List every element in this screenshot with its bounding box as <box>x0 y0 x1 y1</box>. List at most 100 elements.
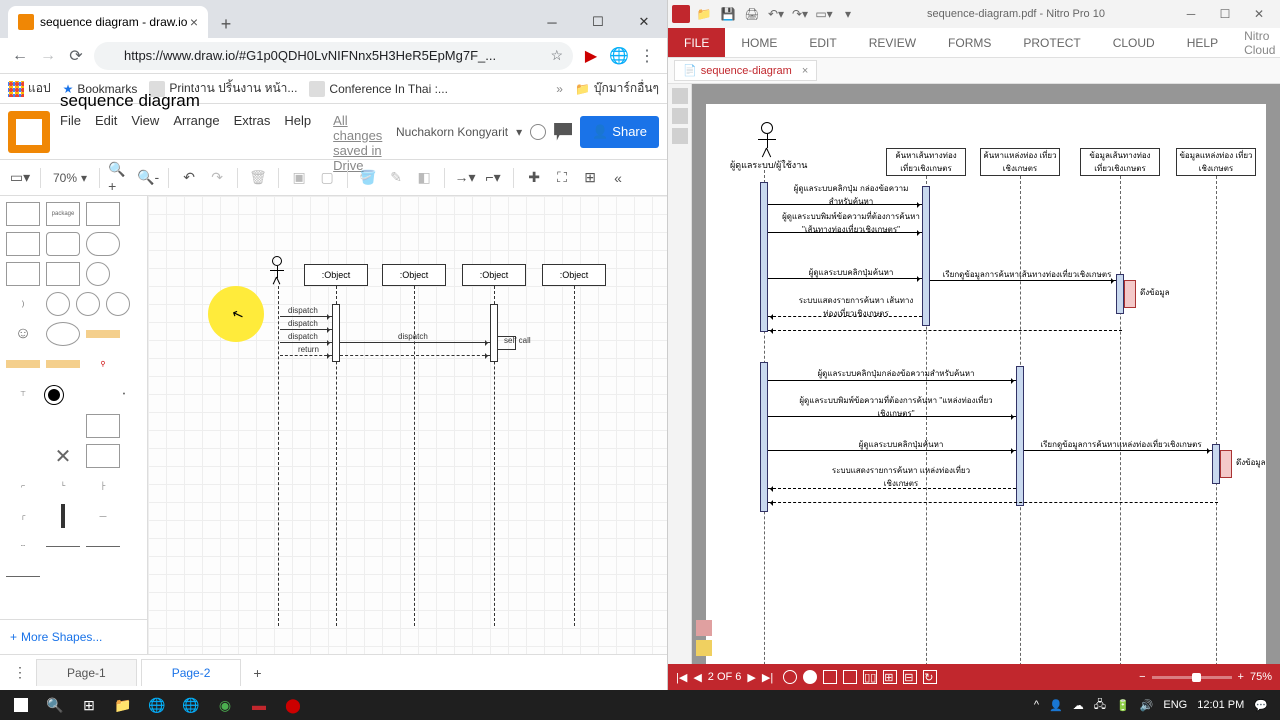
message-label[interactable]: return <box>298 345 319 354</box>
tray-up-icon[interactable]: ^ <box>1034 699 1039 711</box>
last-page-icon[interactable]: ▶| <box>762 671 773 684</box>
object-box[interactable]: :Object <box>382 264 446 286</box>
more-shapes-button[interactable]: + More Shapes... <box>0 619 147 654</box>
save-icon[interactable]: 💾 <box>718 4 738 24</box>
document-title[interactable]: sequence diagram <box>60 91 396 111</box>
lifeline[interactable] <box>278 286 279 626</box>
select-icon[interactable]: ▭▾ <box>814 4 834 24</box>
record-icon[interactable]: ⬤ <box>276 690 310 720</box>
close-doc-icon[interactable]: × <box>802 65 808 77</box>
undo-icon[interactable]: ↶▾ <box>766 4 786 24</box>
nitro-cloud-link[interactable]: Nitro Cloud <box>1234 28 1280 57</box>
view-grid2-icon[interactable]: ⊟ <box>903 670 917 684</box>
explorer-icon[interactable]: 📁 <box>106 690 140 720</box>
shape-rect[interactable] <box>6 444 40 468</box>
fit-icon[interactable]: ⛶ <box>550 166 574 190</box>
line-color-icon[interactable]: ✎ <box>384 166 408 190</box>
connection-icon[interactable]: →▾ <box>453 166 477 190</box>
shape-arrow[interactable] <box>6 576 40 577</box>
network-icon[interactable]: 🖧 <box>1094 696 1106 715</box>
apps-shortcut[interactable]: แอป <box>8 79 51 98</box>
add-page-icon[interactable]: + <box>245 661 269 685</box>
volume-icon[interactable]: 🔊 <box>1140 699 1154 712</box>
address-bar[interactable] <box>94 42 573 70</box>
shape-line[interactable] <box>67 382 101 406</box>
next-page-icon[interactable]: ▶ <box>747 671 755 684</box>
window-maximize-button[interactable]: ☐ <box>1208 2 1242 26</box>
message-label[interactable]: dispatch <box>398 332 428 341</box>
message-label[interactable]: dispatch <box>288 306 318 315</box>
reload-button[interactable]: ⟳ <box>62 42 90 70</box>
shape-bar[interactable] <box>6 360 40 368</box>
people-icon[interactable]: 👤 <box>1049 699 1063 712</box>
to-back-icon[interactable]: ▢ <box>315 166 339 190</box>
back-button[interactable]: ← <box>6 42 34 70</box>
language-indicator[interactable]: ENG <box>1163 699 1187 711</box>
chrome-menu-icon[interactable]: ⋮ <box>633 42 661 70</box>
page-indicator[interactable]: 2 OF 6 <box>708 671 742 683</box>
waypoint-icon[interactable]: ⌐▾ <box>481 166 505 190</box>
shape-corner[interactable]: └ <box>46 474 80 498</box>
fill-icon[interactable]: 🪣 <box>356 166 380 190</box>
shape-arrow[interactable] <box>86 546 120 547</box>
view-menu-icon[interactable]: ▭▾ <box>8 166 32 190</box>
shape-corner[interactable]: ⌐ <box>6 474 40 498</box>
window-close-button[interactable]: ✕ <box>1242 2 1276 26</box>
ribbon-tab-forms[interactable]: FORMS <box>932 28 1007 57</box>
window-close-button[interactable]: ✕ <box>621 6 667 38</box>
ribbon-tab-protect[interactable]: PROTECT <box>1007 28 1096 57</box>
ribbon-tab-review[interactable]: REVIEW <box>853 28 932 57</box>
tool-icon[interactable] <box>783 670 797 684</box>
print-icon[interactable]: 🖨 <box>742 4 762 24</box>
delete-icon[interactable]: 🗑 <box>246 166 270 190</box>
shape-package[interactable]: package <box>46 202 80 226</box>
shape-arrow[interactable] <box>46 546 80 547</box>
window-minimize-button[interactable]: ─ <box>529 6 575 38</box>
notifications-icon[interactable]: 💬 <box>1254 699 1268 712</box>
activation-bar[interactable] <box>332 304 340 362</box>
message-label[interactable]: dispatch <box>288 319 318 328</box>
zoom-in-icon[interactable]: + <box>1238 671 1244 683</box>
view-facing-icon[interactable]: ▯▯ <box>863 670 877 684</box>
forward-button[interactable]: → <box>34 42 62 70</box>
message-label[interactable]: dispatch <box>288 332 318 341</box>
message-arrow[interactable] <box>280 355 332 356</box>
self-call[interactable] <box>498 336 516 350</box>
shape-rect[interactable] <box>6 262 40 286</box>
object-box[interactable]: :Object <box>304 264 368 286</box>
shape-arc[interactable]: ) <box>6 292 40 316</box>
clock[interactable]: 12:01 PM <box>1197 699 1244 711</box>
insert-icon[interactable]: ✚ <box>522 166 546 190</box>
activation-bar[interactable] <box>490 304 498 362</box>
shadow-icon[interactable]: ◧ <box>412 166 436 190</box>
zoom-out-icon[interactable]: 🔍- <box>136 166 160 190</box>
shape-vbar[interactable] <box>61 504 65 528</box>
prev-page-icon[interactable]: ◀ <box>693 671 701 684</box>
other-bookmarks[interactable]: 📁บุ๊กมาร์กอื่นๆ <box>575 79 659 98</box>
extension-icon-2[interactable]: 🌐 <box>605 42 633 70</box>
task-view-icon[interactable]: ⊞ <box>72 690 106 720</box>
collapse-icon[interactable]: « <box>606 166 630 190</box>
shape-pill[interactable] <box>86 232 120 256</box>
pdf-viewport[interactable]: ผู้ดูแลระบบ/ผู้ใช้งาน ค้นหาเส้นทางท่อง เ… <box>692 84 1280 664</box>
shape-ellipse[interactable] <box>46 322 80 346</box>
redo-icon[interactable]: ↷▾ <box>790 4 810 24</box>
shape-x[interactable]: ✕ <box>46 444 80 468</box>
chrome-icon-2[interactable]: 🌐 <box>174 690 208 720</box>
shape-circle[interactable] <box>86 262 110 286</box>
shape-line[interactable] <box>6 414 40 438</box>
redo-icon[interactable]: ↷ <box>205 166 229 190</box>
comment-icon[interactable] <box>554 123 572 141</box>
zoom-out-icon[interactable]: − <box>1139 671 1145 683</box>
user-name[interactable]: Nuchakorn Kongyarit <box>396 125 508 139</box>
object-box[interactable]: :Object <box>542 264 606 286</box>
shape-rect[interactable] <box>46 262 80 286</box>
message-arrow[interactable] <box>280 342 332 343</box>
rotate-icon[interactable]: ↻ <box>923 670 937 684</box>
shape-bar[interactable] <box>46 360 80 368</box>
tool-icon[interactable] <box>803 670 817 684</box>
undo-icon[interactable]: ↶ <box>177 166 201 190</box>
shape-corner[interactable]: ├ <box>86 474 120 498</box>
ribbon-tab-edit[interactable]: EDIT <box>793 28 852 57</box>
page-menu-icon[interactable]: ⋮ <box>8 661 32 685</box>
